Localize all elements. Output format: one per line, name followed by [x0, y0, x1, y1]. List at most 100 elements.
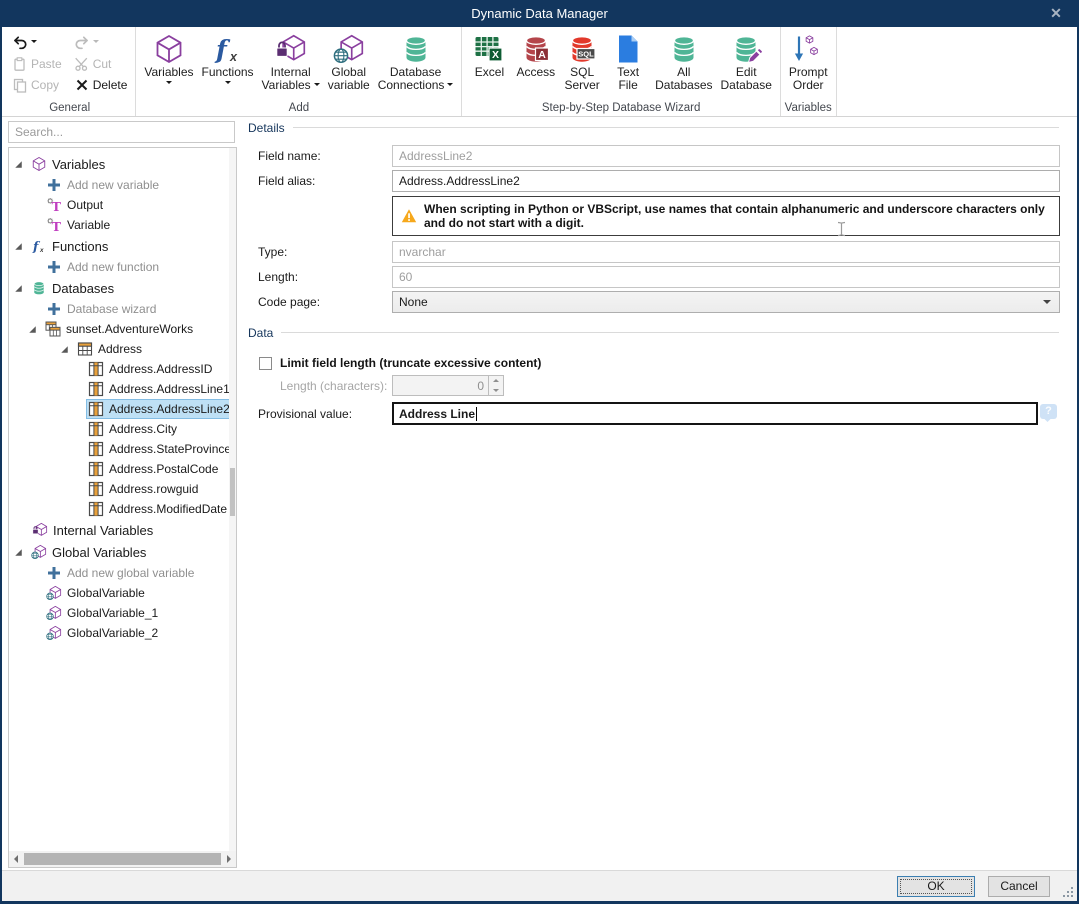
tree-item-variable[interactable]: T Variable — [9, 215, 236, 235]
access-button[interactable]: A Access — [512, 30, 559, 81]
global-variable-button[interactable]: Globalvariable — [324, 30, 374, 94]
tree-item-add-new-function[interactable]: Add new function — [9, 257, 236, 277]
tree-item-sunset-adventureworks[interactable]: sunset.AdventureWorks — [9, 319, 236, 339]
scroll-left-icon[interactable] — [10, 852, 22, 866]
column-icon — [88, 421, 104, 437]
ribbon-group-variables: PromptOrder Variables — [781, 27, 837, 116]
column-icon — [88, 461, 104, 477]
cut-button[interactable]: Cut — [74, 53, 128, 74]
limit-field-length-checkbox[interactable] — [259, 357, 272, 370]
text-caret — [476, 407, 477, 421]
undo-icon — [12, 35, 28, 51]
footer-bar: OK Cancel — [2, 870, 1077, 901]
scroll-right-icon[interactable] — [223, 852, 235, 866]
functions-button[interactable]: f x Functions — [198, 30, 258, 89]
expander-icon[interactable] — [14, 241, 29, 251]
tree-item-add-new-global-variable[interactable]: Add new global variable — [9, 563, 236, 583]
horizontal-scrollbar[interactable] — [9, 851, 236, 867]
ok-button[interactable]: OK — [897, 876, 975, 897]
redo-button[interactable] — [74, 32, 128, 53]
fx-icon: f x — [211, 32, 245, 66]
tree-item-address[interactable]: Address — [9, 339, 236, 359]
ribbon-group-add: Variablesf x Functions InternalVariables… — [136, 27, 462, 116]
tree-item-variables[interactable]: Variables — [9, 153, 236, 175]
tree-item-database-wizard[interactable]: Database wizard — [9, 299, 236, 319]
length-input[interactable] — [392, 266, 1060, 288]
plus-icon — [46, 177, 62, 193]
tree-item-internal-variables[interactable]: Internal Variables — [9, 519, 236, 541]
expander-icon[interactable] — [28, 324, 43, 334]
all-databases-button[interactable]: AllDatabases — [651, 30, 716, 94]
tree-item-address-city[interactable]: Address.City — [9, 419, 236, 439]
access-icon: A — [519, 32, 553, 66]
tree-item-add-new-variable[interactable]: Add new variable — [9, 175, 236, 195]
expander-icon[interactable] — [14, 159, 29, 169]
vertical-scrollbar-thumb[interactable] — [230, 468, 235, 516]
tree-item-address-rowguid[interactable]: Address.rowguid — [9, 479, 236, 499]
horizontal-scrollbar-thumb[interactable] — [24, 853, 221, 865]
ribbon-group-label: Add — [136, 102, 461, 114]
copy-button[interactable]: Copy — [12, 74, 62, 95]
tree-item-address-modifieddate[interactable]: Address.ModifiedDate — [9, 499, 236, 519]
plus-icon — [46, 259, 62, 275]
tree-item-globalvariable[interactable]: GlobalVariable — [9, 583, 236, 603]
help-icon[interactable]: ? — [1040, 404, 1057, 419]
internal-variables-button[interactable]: InternalVariables — [258, 30, 324, 94]
type-input[interactable] — [392, 241, 1060, 263]
search-input[interactable] — [8, 121, 235, 143]
ribbon-group-label: General — [4, 102, 135, 114]
svg-text:SQL: SQL — [578, 50, 594, 59]
database-connections-button[interactable]: DatabaseConnections — [374, 30, 458, 94]
expander-icon[interactable] — [14, 547, 29, 557]
details-section-header: Details — [248, 120, 1059, 135]
tree-item-address-addressline2[interactable]: Address.AddressLine2 — [9, 399, 236, 419]
textfile-icon — [611, 32, 645, 66]
resize-grip[interactable] — [1060, 884, 1074, 898]
vertical-scrollbar[interactable] — [229, 148, 236, 851]
svg-text:x: x — [229, 50, 238, 64]
code-page-select[interactable]: None — [392, 291, 1060, 313]
tree-item-globalvariable-2[interactable]: GlobalVariable_2 — [9, 623, 236, 643]
excel-button[interactable]: X Excel — [466, 30, 512, 81]
expander-icon[interactable] — [14, 283, 29, 293]
spin-up-icon[interactable] — [489, 376, 503, 386]
fx-icon: f x — [31, 238, 47, 254]
field-alias-input[interactable] — [392, 170, 1060, 192]
tree-item-globalvariable-1[interactable]: GlobalVariable_1 — [9, 603, 236, 623]
tree-item-databases[interactable]: Databases — [9, 277, 236, 299]
prompt-order-button[interactable]: PromptOrder — [785, 30, 832, 94]
cube-lock-icon — [274, 32, 308, 66]
data-source-tree-panel: Variables Add new variable T Output T Va… — [8, 147, 237, 868]
spin-down-icon[interactable] — [489, 386, 503, 396]
ribbon-group-label: Variables — [781, 102, 836, 114]
provisional-value-input[interactable]: Address Line — [392, 402, 1038, 425]
tree-item-output[interactable]: T Output — [9, 195, 236, 215]
sql-server-button[interactable]: SQL SQLServer — [559, 30, 605, 94]
text-file-button[interactable]: TextFile — [605, 30, 651, 94]
expander-icon[interactable] — [60, 344, 75, 354]
tree-item-address-addressid[interactable]: Address.AddressID — [9, 359, 236, 379]
cut-icon — [74, 56, 90, 72]
tree-item-functions[interactable]: f x Functions — [9, 235, 236, 257]
column-icon — [88, 481, 104, 497]
field-name-input[interactable] — [392, 145, 1060, 167]
paste-button[interactable]: Paste — [12, 53, 62, 74]
column-icon — [88, 401, 104, 417]
cube-globe-icon — [46, 605, 62, 621]
tree-item-address-stateprovinceid[interactable]: Address.StateProvinceID — [9, 439, 236, 459]
delete-button[interactable]: Delete — [74, 74, 128, 95]
cancel-button[interactable]: Cancel — [988, 876, 1050, 897]
svg-text:T: T — [52, 219, 62, 233]
tree-item-address-postalcode[interactable]: Address.PostalCode — [9, 459, 236, 479]
cube-globe-icon — [46, 625, 62, 641]
svg-text:T: T — [52, 199, 62, 213]
undo-button[interactable] — [12, 32, 62, 53]
tree-item-global-variables[interactable]: Global Variables — [9, 541, 236, 563]
chevron-down-icon — [1043, 300, 1051, 308]
variables-button[interactable]: Variables — [140, 30, 197, 89]
tree-item-address-addressline1[interactable]: Address.AddressLine1 — [9, 379, 236, 399]
edit-database-button[interactable]: EditDatabase — [717, 30, 776, 94]
cube-icon — [31, 156, 47, 172]
close-icon[interactable]: ✕ — [1047, 5, 1065, 23]
length-characters-input[interactable]: 0 — [392, 375, 489, 396]
